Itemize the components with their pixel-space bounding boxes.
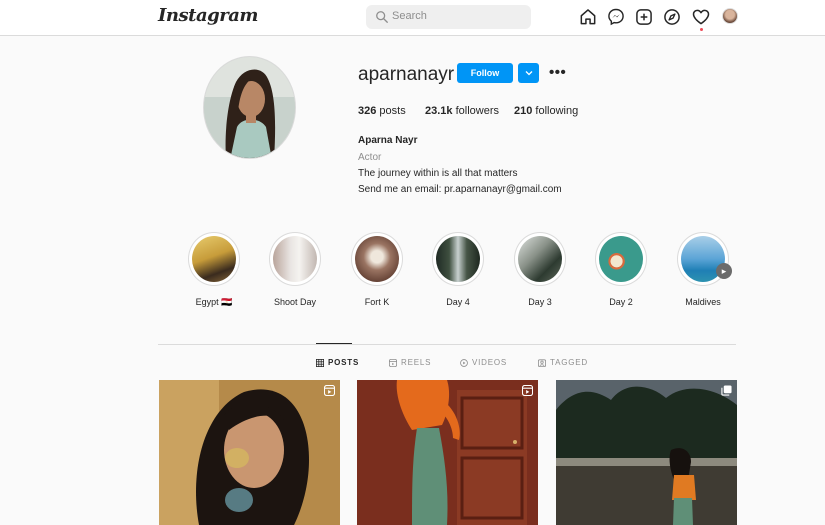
post-image <box>357 380 538 525</box>
highlight-ring <box>595 232 647 286</box>
highlight-day-3[interactable]: Day 3 <box>513 232 567 307</box>
tab-label: REELS <box>401 358 432 367</box>
active-tab-indicator <box>316 343 352 344</box>
profile-photo-illustration <box>204 57 295 158</box>
following-stat[interactable]: 210 following <box>514 105 578 117</box>
profile-username: aparnanayr <box>358 64 455 85</box>
tab-reels[interactable]: REELS <box>389 358 431 367</box>
highlight-day-2[interactable]: Day 2 <box>594 232 648 307</box>
highlight-ring <box>188 232 240 286</box>
post-image <box>159 380 340 525</box>
video-icon <box>460 358 468 367</box>
tab-posts[interactable]: POSTS <box>316 358 359 367</box>
grid-icon <box>316 358 324 367</box>
search-icon <box>376 11 388 23</box>
post-thumbnail[interactable] <box>556 380 737 525</box>
tagged-icon <box>538 358 546 367</box>
chevron-right-icon[interactable]: ▸ <box>716 263 732 279</box>
following-label: following <box>535 105 579 117</box>
search-box[interactable]: Search <box>366 5 531 29</box>
posts-stat: 326 posts <box>358 105 406 117</box>
bio-line: The journey within is all that matters <box>358 168 518 179</box>
new-post-icon[interactable] <box>634 7 654 27</box>
following-count: 210 <box>514 105 533 117</box>
home-icon[interactable] <box>578 7 598 27</box>
more-options-icon[interactable]: ••• <box>549 64 566 81</box>
notification-dot <box>700 28 703 31</box>
highlight-label: Fort K <box>364 297 390 307</box>
highlight-cover <box>273 236 317 282</box>
reels-icon <box>389 358 397 367</box>
followers-label: followers <box>455 105 499 117</box>
profile-picture[interactable] <box>203 56 296 159</box>
highlight-ring <box>269 232 321 286</box>
top-navigation-bar: Instagram Search <box>0 0 825 36</box>
post-image <box>556 380 737 525</box>
instagram-logo[interactable]: Instagram <box>158 5 258 26</box>
highlight-label: Day 4 <box>446 297 470 307</box>
tab-tagged[interactable]: TAGGED <box>538 358 588 367</box>
explore-icon[interactable] <box>662 7 682 27</box>
posts-label: posts <box>379 105 406 117</box>
posts-count: 326 <box>358 105 377 117</box>
highlight-cover <box>599 236 643 282</box>
highlight-ring <box>351 232 403 286</box>
highlight-cover <box>436 236 480 282</box>
highlight-ring <box>514 232 566 286</box>
profile-full-name: Aparna Nayr <box>358 135 418 146</box>
messenger-icon[interactable] <box>606 7 626 27</box>
search-placeholder: Search <box>392 10 427 22</box>
carousel-badge-icon <box>721 385 732 396</box>
highlight-fort-k[interactable]: Fort K <box>350 232 404 307</box>
highlight-label: Egypt 🇪🇬 <box>195 297 233 307</box>
highlight-label: Day 3 <box>528 297 552 307</box>
tab-label: POSTS <box>328 358 360 367</box>
highlight-cover <box>355 236 399 282</box>
profile-category: Actor <box>358 152 382 163</box>
highlight-label: Day 2 <box>609 297 633 307</box>
bio-email-line: Send me an email: pr.aparnanayr@gmail.co… <box>358 184 562 195</box>
follow-button[interactable]: Follow <box>457 63 513 83</box>
chevron-down-icon <box>525 71 532 76</box>
post-thumbnail[interactable] <box>357 380 538 525</box>
followers-stat[interactable]: 23.1k followers <box>425 105 499 117</box>
tab-label: VIDEOS <box>472 358 508 367</box>
followers-count: 23.1k <box>425 105 453 117</box>
suggested-accounts-dropdown[interactable] <box>518 63 539 83</box>
highlight-label: Shoot Day <box>273 297 317 307</box>
highlight-shoot-day[interactable]: Shoot Day <box>268 232 322 307</box>
reel-badge-icon <box>522 385 533 396</box>
highlight-egypt[interactable]: Egypt 🇪🇬 <box>187 232 241 307</box>
activity-heart-icon[interactable] <box>691 7 711 27</box>
highlight-cover <box>192 236 236 282</box>
reel-badge-icon <box>324 385 335 396</box>
tab-videos[interactable]: VIDEOS <box>460 358 507 367</box>
highlight-label: Maldives <box>685 297 721 307</box>
highlight-day-4[interactable]: Day 4 <box>431 232 485 307</box>
highlight-cover <box>518 236 562 282</box>
profile-avatar[interactable] <box>722 8 738 24</box>
tab-label: TAGGED <box>550 358 588 367</box>
tabs-divider <box>158 344 736 345</box>
highlight-ring <box>432 232 484 286</box>
post-thumbnail[interactable] <box>159 380 340 525</box>
